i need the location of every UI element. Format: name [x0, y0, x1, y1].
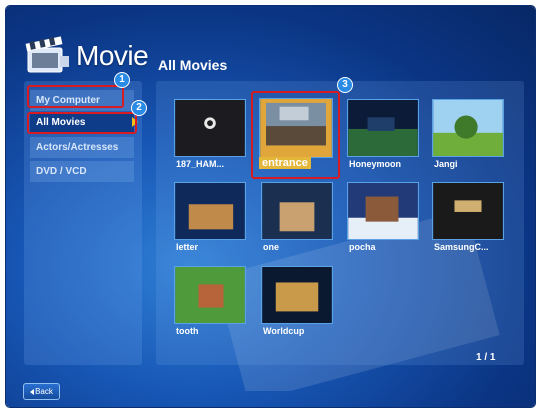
page-indicator: 1 / 1: [476, 352, 496, 363]
movie-title[interactable]: 187_HAM...: [176, 159, 224, 169]
highlight-box-3: [251, 91, 340, 179]
movie-title[interactable]: tooth: [176, 326, 199, 336]
movie-title[interactable]: one: [263, 242, 279, 252]
callout-badge-3: 3: [337, 77, 353, 93]
app-logo: Movie: [18, 34, 158, 78]
highlight-box-1: [27, 85, 124, 108]
movie-thumbnail[interactable]: [174, 182, 246, 240]
clapperboard-icon: [25, 36, 69, 73]
movie-thumbnail[interactable]: [347, 99, 419, 157]
callout-badge-1: 1: [114, 72, 130, 88]
sidebar-item-actors[interactable]: Actors/Actresses: [30, 137, 134, 158]
movie-thumbnail[interactable]: [432, 182, 504, 240]
movie-title[interactable]: letter: [176, 242, 198, 252]
back-button[interactable]: Back: [23, 383, 60, 400]
app-title: Movie: [76, 40, 149, 71]
sidebar-item-label: Actors/Actresses: [36, 142, 119, 153]
movie-title[interactable]: Honeymoon: [349, 159, 401, 169]
movie-title[interactable]: Worldcup: [263, 326, 304, 336]
movie-title[interactable]: pocha: [349, 242, 376, 252]
movie-thumbnail[interactable]: [261, 266, 333, 324]
sidebar-item-label: DVD / VCD: [36, 166, 87, 177]
callout-badge-2: 2: [131, 100, 147, 116]
highlight-box-2: [27, 112, 137, 134]
page-title: All Movies: [158, 57, 228, 73]
movie-thumbnail[interactable]: [347, 182, 419, 240]
back-button-label: Back: [35, 387, 53, 396]
movie-thumbnail[interactable]: [174, 99, 246, 157]
app-window: Movie All Movies My Computer All Movies …: [6, 6, 535, 407]
movie-thumbnail[interactable]: [174, 266, 246, 324]
movie-thumbnail[interactable]: [432, 99, 504, 157]
back-arrow-icon: [30, 388, 35, 395]
movie-thumbnail[interactable]: [261, 182, 333, 240]
movie-title[interactable]: Jangi: [434, 159, 458, 169]
movie-title[interactable]: SamsungC...: [434, 242, 489, 252]
sidebar-item-dvd-vcd[interactable]: DVD / VCD: [30, 161, 134, 182]
